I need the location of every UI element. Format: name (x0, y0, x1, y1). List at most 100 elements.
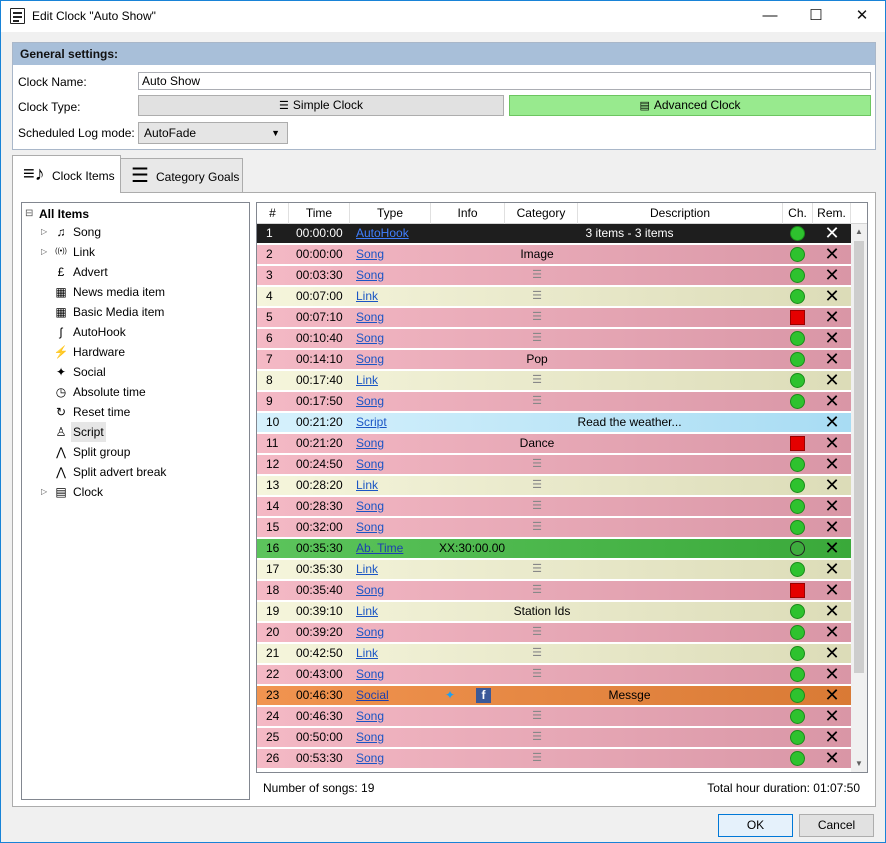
col-num[interactable]: # (257, 203, 289, 224)
row-type-link[interactable]: Song (356, 308, 384, 327)
row-type-link[interactable]: Song (356, 581, 384, 600)
maximize-button[interactable]: ☐ (793, 1, 839, 32)
remove-icon[interactable]: ✕ (823, 392, 841, 411)
status-green-circle-icon[interactable] (790, 499, 805, 514)
col-description[interactable]: Description (578, 203, 783, 224)
col-type[interactable]: Type (350, 203, 431, 224)
tab-category-goals[interactable]: ☰ Category Goals (121, 158, 243, 193)
status-green-circle-icon[interactable] (790, 457, 805, 472)
remove-icon[interactable]: ✕ (823, 539, 841, 558)
status-green-circle-icon[interactable] (790, 751, 805, 766)
status-green-circle-icon[interactable] (790, 646, 805, 661)
row-type-link[interactable]: Song (356, 749, 384, 768)
table-row[interactable]: 9 00:17:50 Song ☰ ✕ (257, 392, 851, 411)
remove-icon[interactable]: ✕ (823, 560, 841, 579)
status-green-circle-icon[interactable] (790, 247, 805, 262)
status-green-circle-icon[interactable] (790, 373, 805, 388)
row-type-link[interactable]: Song (356, 434, 384, 453)
remove-icon[interactable]: ✕ (823, 350, 841, 369)
status-green-circle-icon[interactable] (790, 268, 805, 283)
status-green-circle-icon[interactable] (790, 541, 805, 556)
remove-icon[interactable]: ✕ (823, 623, 841, 642)
expand-icon[interactable]: ▷ (41, 222, 47, 242)
col-rem[interactable]: Rem. (813, 203, 851, 224)
remove-icon[interactable]: ✕ (823, 224, 841, 243)
row-type-link[interactable]: Song (356, 350, 384, 369)
row-type-link[interactable]: Song (356, 497, 384, 516)
status-green-circle-icon[interactable] (790, 625, 805, 640)
status-red-square-icon[interactable] (790, 436, 805, 451)
row-type-link[interactable]: Link (356, 644, 378, 663)
remove-icon[interactable]: ✕ (823, 749, 841, 768)
scroll-thumb[interactable] (854, 241, 864, 673)
row-type-link[interactable]: Link (356, 371, 378, 390)
advanced-clock-button[interactable]: ▤ Advanced Clock (509, 95, 871, 116)
table-row[interactable]: 17 00:35:30 Link ☰ ✕ (257, 560, 851, 579)
scroll-up-icon[interactable]: ▲ (851, 224, 867, 240)
status-green-circle-icon[interactable] (790, 226, 805, 241)
table-row[interactable]: 5 00:07:10 Song ☰ ✕ (257, 308, 851, 327)
remove-icon[interactable]: ✕ (823, 665, 841, 684)
status-green-circle-icon[interactable] (790, 520, 805, 535)
row-type-link[interactable]: Song (356, 455, 384, 474)
status-green-circle-icon[interactable] (790, 352, 805, 367)
clock-name-input[interactable]: Auto Show (138, 72, 871, 90)
table-row[interactable]: 2 00:00:00 Song Image ✕ (257, 245, 851, 264)
row-type-link[interactable]: Song (356, 707, 384, 726)
table-row[interactable]: 11 00:21:20 Song Dance ✕ (257, 434, 851, 453)
table-row[interactable]: 21 00:42:50 Link ☰ ✕ (257, 644, 851, 663)
remove-icon[interactable]: ✕ (823, 728, 841, 747)
col-ch[interactable]: Ch. (783, 203, 813, 224)
status-green-circle-icon[interactable] (790, 667, 805, 682)
scroll-down-icon[interactable]: ▼ (851, 756, 867, 772)
row-type-link[interactable]: Song (356, 728, 384, 747)
remove-icon[interactable]: ✕ (823, 455, 841, 474)
col-info[interactable]: Info (431, 203, 505, 224)
close-button[interactable]: ✕ (839, 1, 885, 32)
table-row[interactable]: 26 00:53:30 Song ☰ ✕ (257, 749, 851, 768)
row-type-link[interactable]: Song (356, 518, 384, 537)
table-row[interactable]: 13 00:28:20 Link ☰ ✕ (257, 476, 851, 495)
status-green-circle-icon[interactable] (790, 394, 805, 409)
row-type-link[interactable]: Song (356, 392, 384, 411)
status-green-circle-icon[interactable] (790, 730, 805, 745)
table-row[interactable]: 10 00:21:20 Script Read the weather... ✕ (257, 413, 851, 432)
table-row[interactable]: 12 00:24:50 Song ☰ ✕ (257, 455, 851, 474)
status-green-circle-icon[interactable] (790, 562, 805, 577)
remove-icon[interactable]: ✕ (823, 287, 841, 306)
row-type-link[interactable]: Song (356, 266, 384, 285)
simple-clock-button[interactable]: ☰ Simple Clock (138, 95, 504, 116)
table-row[interactable]: 6 00:10:40 Song ☰ ✕ (257, 329, 851, 348)
grid-scrollbar[interactable]: ▲ ▼ (851, 224, 867, 772)
status-green-circle-icon[interactable] (790, 478, 805, 493)
col-category[interactable]: Category (505, 203, 578, 224)
status-green-circle-icon[interactable] (790, 289, 805, 304)
row-type-link[interactable]: Social (356, 686, 389, 705)
row-type-link[interactable]: Song (356, 329, 384, 348)
row-type-link[interactable]: Ab. Time (356, 539, 403, 558)
remove-icon[interactable]: ✕ (823, 497, 841, 516)
row-type-link[interactable]: Link (356, 560, 378, 579)
table-row[interactable]: 25 00:50:00 Song ☰ ✕ (257, 728, 851, 747)
table-row[interactable]: 20 00:39:20 Song ☰ ✕ (257, 623, 851, 642)
row-type-link[interactable]: Link (356, 476, 378, 495)
remove-icon[interactable]: ✕ (823, 518, 841, 537)
remove-icon[interactable]: ✕ (823, 266, 841, 285)
remove-icon[interactable]: ✕ (823, 308, 841, 327)
expand-icon[interactable]: ▷ (41, 482, 47, 502)
row-type-link[interactable]: Song (356, 245, 384, 264)
ok-button[interactable]: OK (718, 814, 793, 837)
table-row[interactable]: 22 00:43:00 Song ☰ ✕ (257, 665, 851, 684)
row-type-link[interactable]: Song (356, 623, 384, 642)
table-row[interactable]: 4 00:07:00 Link ☰ ✕ (257, 287, 851, 306)
row-type-link[interactable]: AutoHook (356, 224, 409, 243)
table-row[interactable]: 14 00:28:30 Song ☰ ✕ (257, 497, 851, 516)
remove-icon[interactable]: ✕ (823, 413, 841, 432)
status-green-circle-icon[interactable] (790, 688, 805, 703)
table-row[interactable]: 16 00:35:30 Ab. Time XX:30:00.00 ✕ (257, 539, 851, 558)
table-row[interactable]: 8 00:17:40 Link ☰ ✕ (257, 371, 851, 390)
minimize-button[interactable]: — (747, 1, 793, 32)
row-type-link[interactable]: Link (356, 287, 378, 306)
remove-icon[interactable]: ✕ (823, 686, 841, 705)
status-green-circle-icon[interactable] (790, 331, 805, 346)
